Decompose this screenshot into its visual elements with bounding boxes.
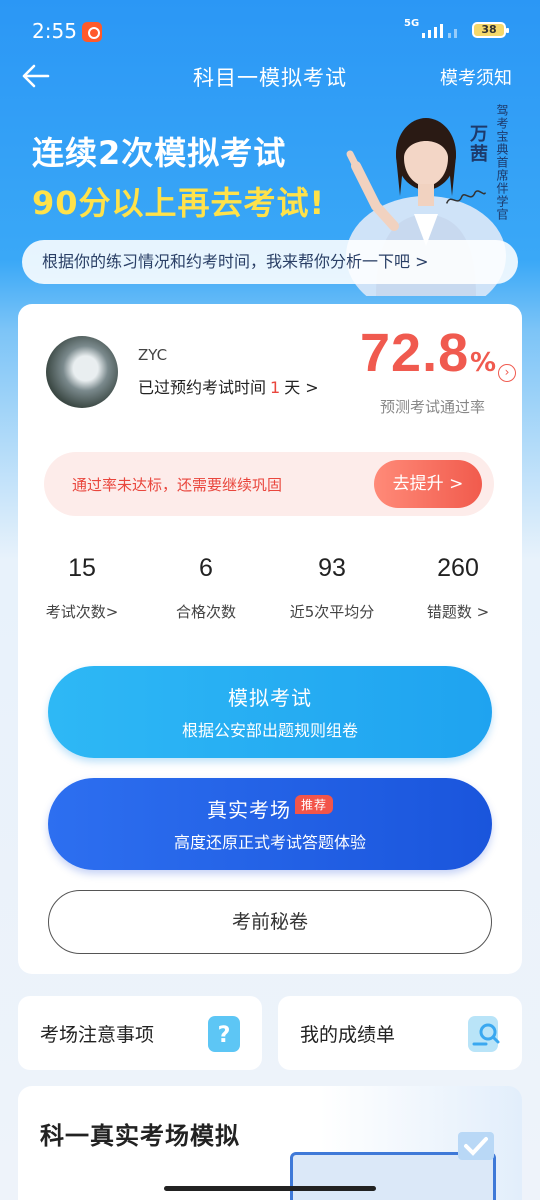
recommended-badge: 推荐 [294,795,333,814]
checkmark-icon [458,1132,494,1160]
pass-rate-value: 72.8 [360,323,470,383]
chevron-right-icon[interactable]: › [498,364,516,382]
stat-exam-count[interactable]: 15 考试次数> [22,554,142,622]
booked-suffix: 天 > [284,378,319,397]
exam-notes-card[interactable]: 考场注意事项 ? [18,996,262,1070]
mock-exam-subtitle: 根据公安部出题规则组卷 [181,721,358,740]
network-type: 5G [404,18,420,29]
score-report-card[interactable]: 我的成绩单 [278,996,522,1070]
stat-label: 近5次平均分 [289,603,375,621]
warning-text: 通过率未达标，还需要继续巩固 [72,476,283,494]
pass-rate-unit: % [470,348,497,378]
stat-label: 错题数 > [426,603,490,621]
stat-label: 合格次数 [175,603,236,621]
mock-exam-button[interactable]: 模拟考试 根据公安部出题规则组卷 [48,666,492,758]
score-report-label: 我的成绩单 [300,1024,396,1046]
booked-days: 1 [270,378,281,397]
avatar[interactable] [46,336,118,408]
stat-value: 93 [318,554,346,582]
real-exam-button[interactable]: 真实考场 推荐 高度还原正式考试答题体验 [48,778,492,870]
stat-value: 6 [199,554,213,582]
app-notification-icon [82,22,102,42]
booked-prefix: 已过预约考试时间 [138,378,267,397]
pass-rate-label: 预测考试通过率 [380,398,486,416]
warning-banner: 通过率未达标，还需要继续巩固 去提升 > [44,452,494,516]
username: ZYC [138,346,168,364]
real-exam-title: 真实考场 [206,798,291,822]
battery-icon: 38 [472,22,509,38]
stat-wrong-count[interactable]: 260 错题数 > [398,554,518,622]
exam-notes-label: 考场注意事项 [40,1024,155,1046]
signal-icon [420,24,464,38]
stat-value: 15 [68,554,96,582]
analysis-prompt[interactable]: 根据你的练习情况和约考时间，我来帮你分析一下吧 > [22,240,518,284]
exam-notice-link[interactable]: 模考须知 [440,64,512,90]
booked-exam-time[interactable]: 已过预约考试时间 1 天 > [138,374,319,398]
stat-pass-count: 6 合格次数 [146,554,266,622]
search-doc-icon [468,1016,500,1052]
stat-value: 260 [437,554,479,582]
pre-exam-paper-button[interactable]: 考前秘卷 [48,890,492,954]
question-doc-icon: ? [208,1016,240,1052]
section-title: 科一真实考场模拟 [40,1122,240,1150]
stat-label: 考试次数> [45,603,119,621]
mock-exam-title: 模拟考试 [228,686,312,710]
mentor-name: 万茜 [467,124,488,164]
exam-summary-card: ZYC 已过预约考试时间 1 天 > 72.8 % › 预测考试通过率 通过率未达标… [18,304,522,974]
real-exam-simulation-card[interactable]: 科一真实考场模拟 [18,1086,522,1200]
status-bar: 2:55 5G 38 [0,0,540,62]
real-exam-subtitle: 高度还原正式考试答题体验 [173,833,366,852]
banner-subheadline: 90分以上再去考试! [32,184,326,222]
status-time: 2:55 [32,19,77,43]
home-indicator[interactable] [164,1186,376,1191]
svg-text:?: ? [218,1023,231,1048]
stat-average-score: 93 近5次平均分 [272,554,392,622]
mentor-title: 驾考宝典首席伴学官 [495,104,509,221]
improve-button[interactable]: 去提升 > [374,460,482,508]
banner-headline: 连续2次模拟考试 [32,134,287,172]
